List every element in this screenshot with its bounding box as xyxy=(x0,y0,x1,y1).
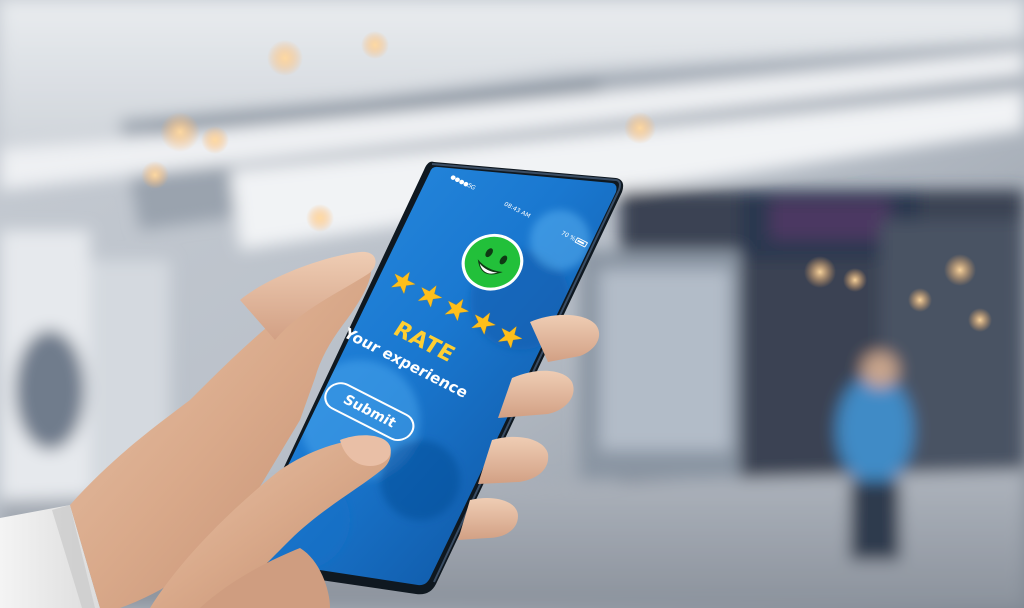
photo-scene: ●●●●5G 08:43 AM 70 % ★ ★ ★ ★ ★ RATE Your xyxy=(0,0,1024,608)
smiley-face-icon xyxy=(461,233,524,291)
submit-button[interactable]: Submit xyxy=(318,377,421,447)
